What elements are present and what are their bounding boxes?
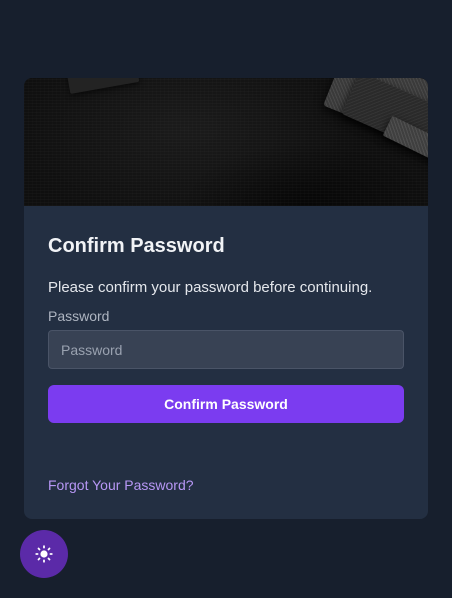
confirm-password-card: Confirm Password Please confirm your pas… bbox=[24, 78, 428, 519]
card-body: Confirm Password Please confirm your pas… bbox=[24, 206, 428, 495]
page-title: Confirm Password bbox=[48, 235, 225, 257]
instruction-text: Please confirm your password before cont… bbox=[48, 279, 373, 296]
theme-toggle-button[interactable] bbox=[20, 530, 68, 578]
sun-icon bbox=[35, 545, 53, 563]
forgot-password-link[interactable]: Forgot Your Password? bbox=[48, 476, 194, 494]
password-input[interactable] bbox=[48, 330, 404, 369]
password-label: Password bbox=[48, 308, 110, 324]
hero-image bbox=[24, 78, 428, 206]
confirm-password-button[interactable]: Confirm Password bbox=[48, 385, 404, 423]
